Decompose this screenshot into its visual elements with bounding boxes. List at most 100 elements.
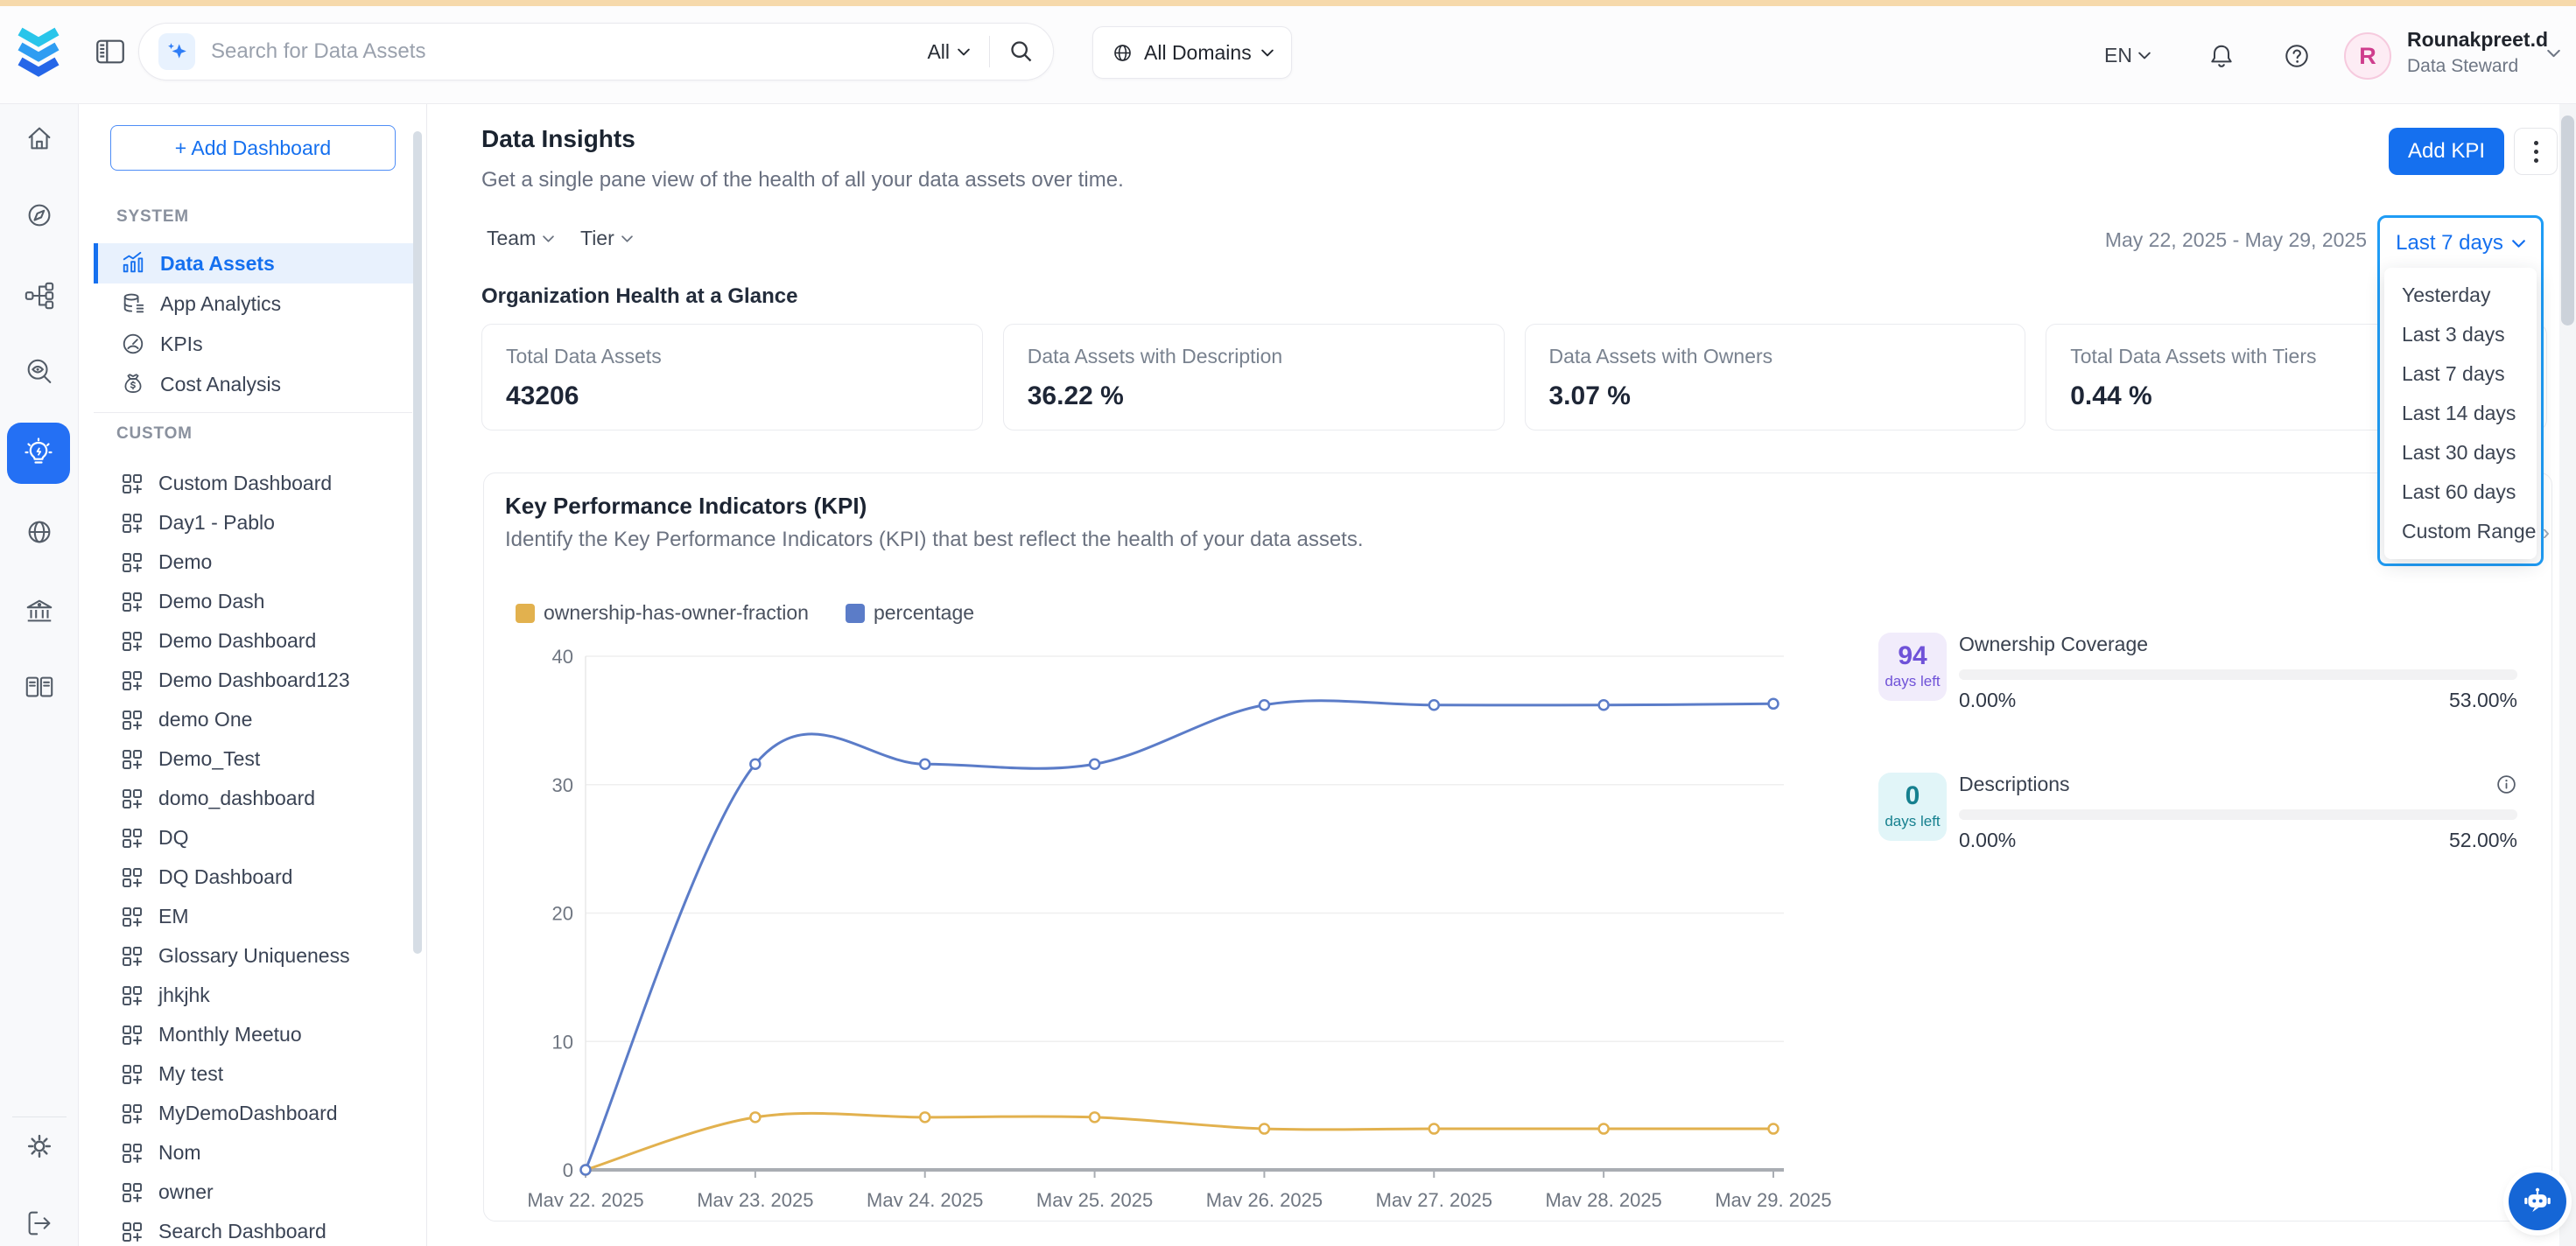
panel-toggle-icon: [96, 39, 124, 64]
user-menu[interactable]: Rounakpreet.d Data Steward: [2407, 28, 2538, 77]
sidebar-custom-item[interactable]: Nom: [94, 1133, 416, 1172]
sidebar-item-label: jhkjhk: [158, 984, 210, 1007]
sidebar-custom-item[interactable]: Demo Dashboard: [94, 621, 416, 661]
tier-filter-dropdown[interactable]: Tier: [580, 227, 633, 250]
sidebar-custom-item[interactable]: EM: [94, 897, 416, 936]
add-kpi-button[interactable]: Add KPI: [2389, 128, 2504, 175]
progress-bar: [1959, 809, 2517, 820]
range-option[interactable]: Last 30 days: [2384, 433, 2537, 472]
range-option-label: Last 30 days: [2402, 441, 2516, 465]
avatar-initial: R: [2359, 43, 2376, 70]
sidebar-item-cost-analysis[interactable]: Cost Analysis: [94, 364, 416, 404]
sidebar-item-app-analytics[interactable]: App Analytics: [94, 284, 416, 324]
sidebar-custom-item[interactable]: Day1 - Pablo: [94, 503, 416, 542]
sidebar-scrollbar-thumb[interactable]: [413, 131, 422, 954]
range-option[interactable]: Yesterday: [2384, 276, 2537, 315]
nav-glossary[interactable]: [24, 672, 55, 704]
sidebar-item-label: App Analytics: [160, 292, 281, 316]
dashboard-grid-plus-icon: [121, 1063, 144, 1086]
sidebar-custom-item[interactable]: owner: [94, 1172, 416, 1212]
range-option[interactable]: Last 60 days: [2384, 472, 2537, 512]
range-select-button[interactable]: Last 7 days: [2384, 222, 2537, 264]
svg-text:May 28, 2025: May 28, 2025: [1545, 1189, 1661, 1207]
sidebar-toggle-button[interactable]: [96, 39, 124, 64]
language-label: EN: [2104, 44, 2132, 67]
sidebar-item-kpis[interactable]: KPIs: [94, 324, 416, 364]
legend-item-ownership[interactable]: ownership-has-owner-fraction: [516, 601, 809, 625]
svg-text:0: 0: [563, 1159, 573, 1181]
globe-icon: [1111, 41, 1134, 65]
svg-text:10: 10: [552, 1031, 573, 1053]
help-button[interactable]: [2283, 42, 2311, 70]
nav-lineage[interactable]: [24, 280, 55, 312]
progress-title: Ownership Coverage: [1959, 633, 2148, 656]
sidebar-custom-item[interactable]: jhkjhk: [94, 976, 416, 1015]
ai-sparkle-icon[interactable]: [158, 33, 195, 70]
global-search-bar[interactable]: All: [138, 23, 1054, 80]
sidebar-custom-item[interactable]: Custom Dashboard: [94, 464, 416, 503]
database-icon: [121, 291, 145, 316]
sidebar-custom-item[interactable]: Demo: [94, 542, 416, 582]
info-icon[interactable]: [2495, 774, 2517, 795]
nav-insights[interactable]: [22, 437, 55, 470]
sidebar-custom-item[interactable]: demo One: [94, 700, 416, 739]
dashboard-grid-plus-icon: [121, 906, 144, 928]
dashboard-grid-plus-icon: [121, 945, 144, 968]
nav-settings[interactable]: [24, 1130, 55, 1162]
collate-logo-icon: [14, 24, 63, 79]
team-filter-dropdown[interactable]: Team: [487, 227, 554, 250]
submenu-arrow: ›: [2542, 521, 2550, 543]
range-option[interactable]: Last 14 days: [2384, 394, 2537, 433]
svg-text:40: 40: [552, 646, 573, 668]
notifications-button[interactable]: [2207, 42, 2236, 70]
sidebar-item-label: Custom Dashboard: [158, 472, 332, 495]
sidebar-divider: [94, 412, 412, 413]
sidebar-custom-item[interactable]: My test: [94, 1054, 416, 1094]
add-dashboard-button[interactable]: + Add Dashboard: [110, 125, 396, 171]
nav-logout[interactable]: [24, 1208, 55, 1239]
more-options-button[interactable]: [2514, 128, 2558, 175]
sidebar-custom-item[interactable]: Glossary Uniqueness: [94, 936, 416, 976]
glance-card: Data Assets with Description 36.22 %: [1003, 324, 1505, 430]
search-icon[interactable]: [1009, 39, 1034, 64]
sidebar-custom-item[interactable]: Demo Dash: [94, 582, 416, 621]
user-menu-caret[interactable]: [2547, 49, 2560, 58]
sidebar-custom-item[interactable]: Demo_Test: [94, 739, 416, 779]
sidebar-custom-item[interactable]: DQ: [94, 818, 416, 858]
chevron-down-icon: [2547, 49, 2560, 58]
sidebar-custom-item[interactable]: Search Dashboard: [94, 1212, 416, 1246]
sidebar-item-label: demo One: [158, 708, 252, 732]
page-scrollbar[interactable]: [2559, 104, 2576, 1246]
sidebar-custom-item[interactable]: domo_dashboard: [94, 779, 416, 818]
glance-card-value: 3.07 %: [1549, 382, 2002, 411]
nav-govern[interactable]: [24, 595, 55, 626]
date-range-text: May 22, 2025 - May 29, 2025: [2099, 228, 2367, 252]
search-input[interactable]: [211, 39, 927, 64]
range-option[interactable]: Custom Range ›: [2384, 512, 2537, 551]
nav-home[interactable]: [24, 122, 55, 154]
search-scope-dropdown[interactable]: All: [927, 40, 970, 64]
range-option[interactable]: Last 7 days: [2384, 354, 2537, 394]
page-scrollbar-thumb[interactable]: [2561, 116, 2574, 326]
sidebar-custom-item[interactable]: MyDemoDashboard: [94, 1094, 416, 1133]
app-logo[interactable]: [14, 24, 63, 79]
language-dropdown[interactable]: EN: [2104, 6, 2151, 104]
range-option[interactable]: Last 3 days: [2384, 315, 2537, 354]
nav-domains[interactable]: [24, 516, 55, 548]
user-avatar[interactable]: R: [2344, 32, 2391, 80]
dashboard-grid-plus-icon: [121, 472, 144, 495]
range-options-menu: Yesterday Last 3 days Last 7 days Last 1…: [2384, 268, 2537, 559]
primary-nav-rail: [0, 104, 79, 1246]
sidebar-custom-item[interactable]: Demo Dashboard123: [94, 661, 416, 700]
sidebar-item-data-assets[interactable]: Data Assets: [94, 243, 416, 284]
nav-observability[interactable]: [24, 357, 55, 388]
sidebar-custom-item[interactable]: DQ Dashboard: [94, 858, 416, 897]
nav-explore[interactable]: [24, 200, 55, 231]
range-option-label: Yesterday: [2402, 284, 2490, 307]
legend-item-percentage[interactable]: percentage: [846, 601, 974, 625]
date-range-picker: Last 7 days Yesterday Last 3 days Last 7…: [2377, 215, 2544, 566]
domains-dropdown[interactable]: All Domains: [1092, 26, 1292, 79]
chatbot-button[interactable]: [2509, 1172, 2566, 1230]
sidebar-custom-item[interactable]: Monthly Meetuo: [94, 1015, 416, 1054]
svg-text:May 22, 2025: May 22, 2025: [527, 1189, 643, 1207]
